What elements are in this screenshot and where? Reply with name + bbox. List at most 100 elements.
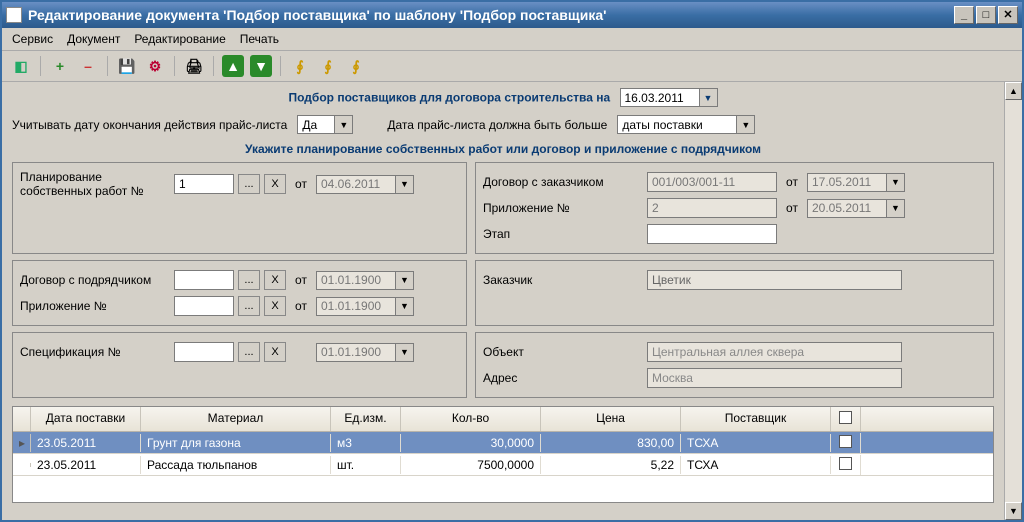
own-plan-label: Планирование собственных работ № [20, 170, 170, 198]
contractor-appendix-clear-button[interactable]: X [264, 296, 286, 316]
consider-dropdown-button[interactable]: ▼ [335, 115, 353, 134]
row-marker-icon [13, 463, 31, 467]
from-label: от [290, 299, 312, 313]
contractor-appendix-date-dropdown[interactable]: ▼ [396, 297, 414, 316]
cell-price: 830,00 [541, 434, 681, 452]
cell-qty: 30,0000 [401, 434, 541, 452]
own-plan-input[interactable] [174, 174, 234, 194]
cell-material: Рассада тюльпанов [141, 456, 331, 474]
thunder1-button[interactable]: ∮ [289, 55, 311, 77]
divider [40, 56, 41, 76]
customer-contract-from-date [807, 173, 887, 192]
toolbar-app-icon[interactable]: ◧ [10, 55, 32, 77]
contractor-appendix-input[interactable] [174, 296, 234, 316]
col-check-header[interactable] [831, 407, 861, 431]
object-label: Объект [483, 345, 643, 359]
customer-label: Заказчик [483, 273, 643, 287]
cell-unit: м3 [331, 434, 401, 452]
customer-contract-date-dropdown[interactable]: ▼ [887, 173, 905, 192]
price-after-dropdown-button[interactable]: ▼ [737, 115, 755, 134]
panel-contractor: Договор с подрядчиком ... X от ▼ Приложе… [12, 260, 467, 326]
address-label: Адрес [483, 371, 643, 385]
cell-check[interactable] [831, 455, 861, 475]
table-row[interactable]: 23.05.2011 Рассада тюльпанов шт. 7500,00… [13, 454, 993, 476]
titlebar: Редактирование документа 'Подбор поставщ… [2, 2, 1022, 28]
contractor-date-dropdown[interactable]: ▼ [396, 271, 414, 290]
address-input [647, 368, 902, 388]
from-label: от [781, 175, 803, 189]
own-plan-lookup-button[interactable]: ... [238, 174, 260, 194]
col-supplier-header[interactable]: Поставщик [681, 407, 831, 431]
contractor-lookup-button[interactable]: ... [238, 270, 260, 290]
appendix-date-dropdown[interactable]: ▼ [887, 199, 905, 218]
menu-edit[interactable]: Редактирование [134, 32, 225, 46]
add-button[interactable]: + [49, 55, 71, 77]
customer-input [647, 270, 902, 290]
content-wrapper: Подбор поставщиков для договора строител… [2, 82, 1022, 520]
up-button[interactable]: ▲ [222, 55, 244, 77]
divider [280, 56, 281, 76]
db-button[interactable]: ⚙ [144, 55, 166, 77]
contractor-contract-input[interactable] [174, 270, 234, 290]
cell-supplier: ТСХА [681, 456, 831, 474]
contractor-appendix-lookup-button[interactable]: ... [238, 296, 260, 316]
price-after-combo[interactable] [617, 115, 737, 134]
down-button[interactable]: ▼ [250, 55, 272, 77]
col-material-header[interactable]: Материал [141, 407, 331, 431]
table-row[interactable]: ▸ 23.05.2011 Грунт для газона м3 30,0000… [13, 432, 993, 454]
cell-qty: 7500,0000 [401, 456, 541, 474]
col-price-header[interactable]: Цена [541, 407, 681, 431]
menu-print[interactable]: Печать [240, 32, 279, 46]
price-after-label: Дата прайс-листа должна быть больше [387, 118, 607, 132]
header-date-dropdown-button[interactable]: ▼ [700, 88, 718, 107]
divider [107, 56, 108, 76]
cell-unit: шт. [331, 456, 401, 474]
hint-line: Укажите планирование собственных работ и… [12, 140, 994, 162]
own-plan-clear-button[interactable]: X [264, 174, 286, 194]
menu-document[interactable]: Документ [67, 32, 120, 46]
spec-from-date [316, 343, 396, 362]
from-label: от [290, 273, 312, 287]
col-date-header[interactable]: Дата поставки [31, 407, 141, 431]
save-button[interactable]: 💾 [116, 55, 138, 77]
spec-lookup-button[interactable]: ... [238, 342, 260, 362]
contractor-appendix-from-date [316, 297, 396, 316]
thunder3-button[interactable]: ∮ [345, 55, 367, 77]
consider-price-end-label: Учитывать дату окончания действия прайс-… [12, 118, 287, 132]
contractor-from-date [316, 271, 396, 290]
menu-service[interactable]: Сервис [12, 32, 53, 46]
stage-input[interactable] [647, 224, 777, 244]
header-text: Подбор поставщиков для договора строител… [289, 91, 611, 105]
scroll-up-button[interactable]: ▲ [1005, 82, 1022, 100]
cell-date: 23.05.2011 [31, 434, 141, 452]
from-label: от [290, 177, 312, 191]
scroll-area[interactable] [1005, 100, 1022, 502]
consider-price-end-combo[interactable] [297, 115, 335, 134]
from-label: от [781, 201, 803, 215]
maximize-button[interactable]: □ [976, 6, 996, 24]
spec-date-dropdown[interactable]: ▼ [396, 343, 414, 362]
scroll-down-button[interactable]: ▼ [1005, 502, 1022, 520]
spec-clear-button[interactable]: X [264, 342, 286, 362]
header-date-input[interactable] [620, 88, 700, 107]
remove-button[interactable]: – [77, 55, 99, 77]
minimize-button[interactable]: _ [954, 6, 974, 24]
col-qty-header[interactable]: Кол-во [401, 407, 541, 431]
form-row-3: Спецификация № ... X ▼ Объект [12, 332, 994, 398]
cell-check[interactable] [831, 433, 861, 453]
window-title: Редактирование документа 'Подбор поставщ… [28, 7, 954, 23]
col-unit-header[interactable]: Ед.изм. [331, 407, 401, 431]
stage-label: Этап [483, 227, 643, 241]
grid: Дата поставки Материал Ед.изм. Кол-во Це… [12, 406, 994, 503]
spec-input[interactable] [174, 342, 234, 362]
window-buttons: _ □ ✕ [954, 6, 1018, 24]
vertical-scrollbar[interactable]: ▲ ▼ [1004, 82, 1022, 520]
print-button[interactable]: 🖨 [183, 55, 205, 77]
content: Подбор поставщиков для договора строител… [2, 82, 1004, 520]
contractor-clear-button[interactable]: X [264, 270, 286, 290]
object-input [647, 342, 902, 362]
appendix-input [647, 198, 777, 218]
close-button[interactable]: ✕ [998, 6, 1018, 24]
own-plan-date-dropdown[interactable]: ▼ [396, 175, 414, 194]
thunder2-button[interactable]: ∮ [317, 55, 339, 77]
